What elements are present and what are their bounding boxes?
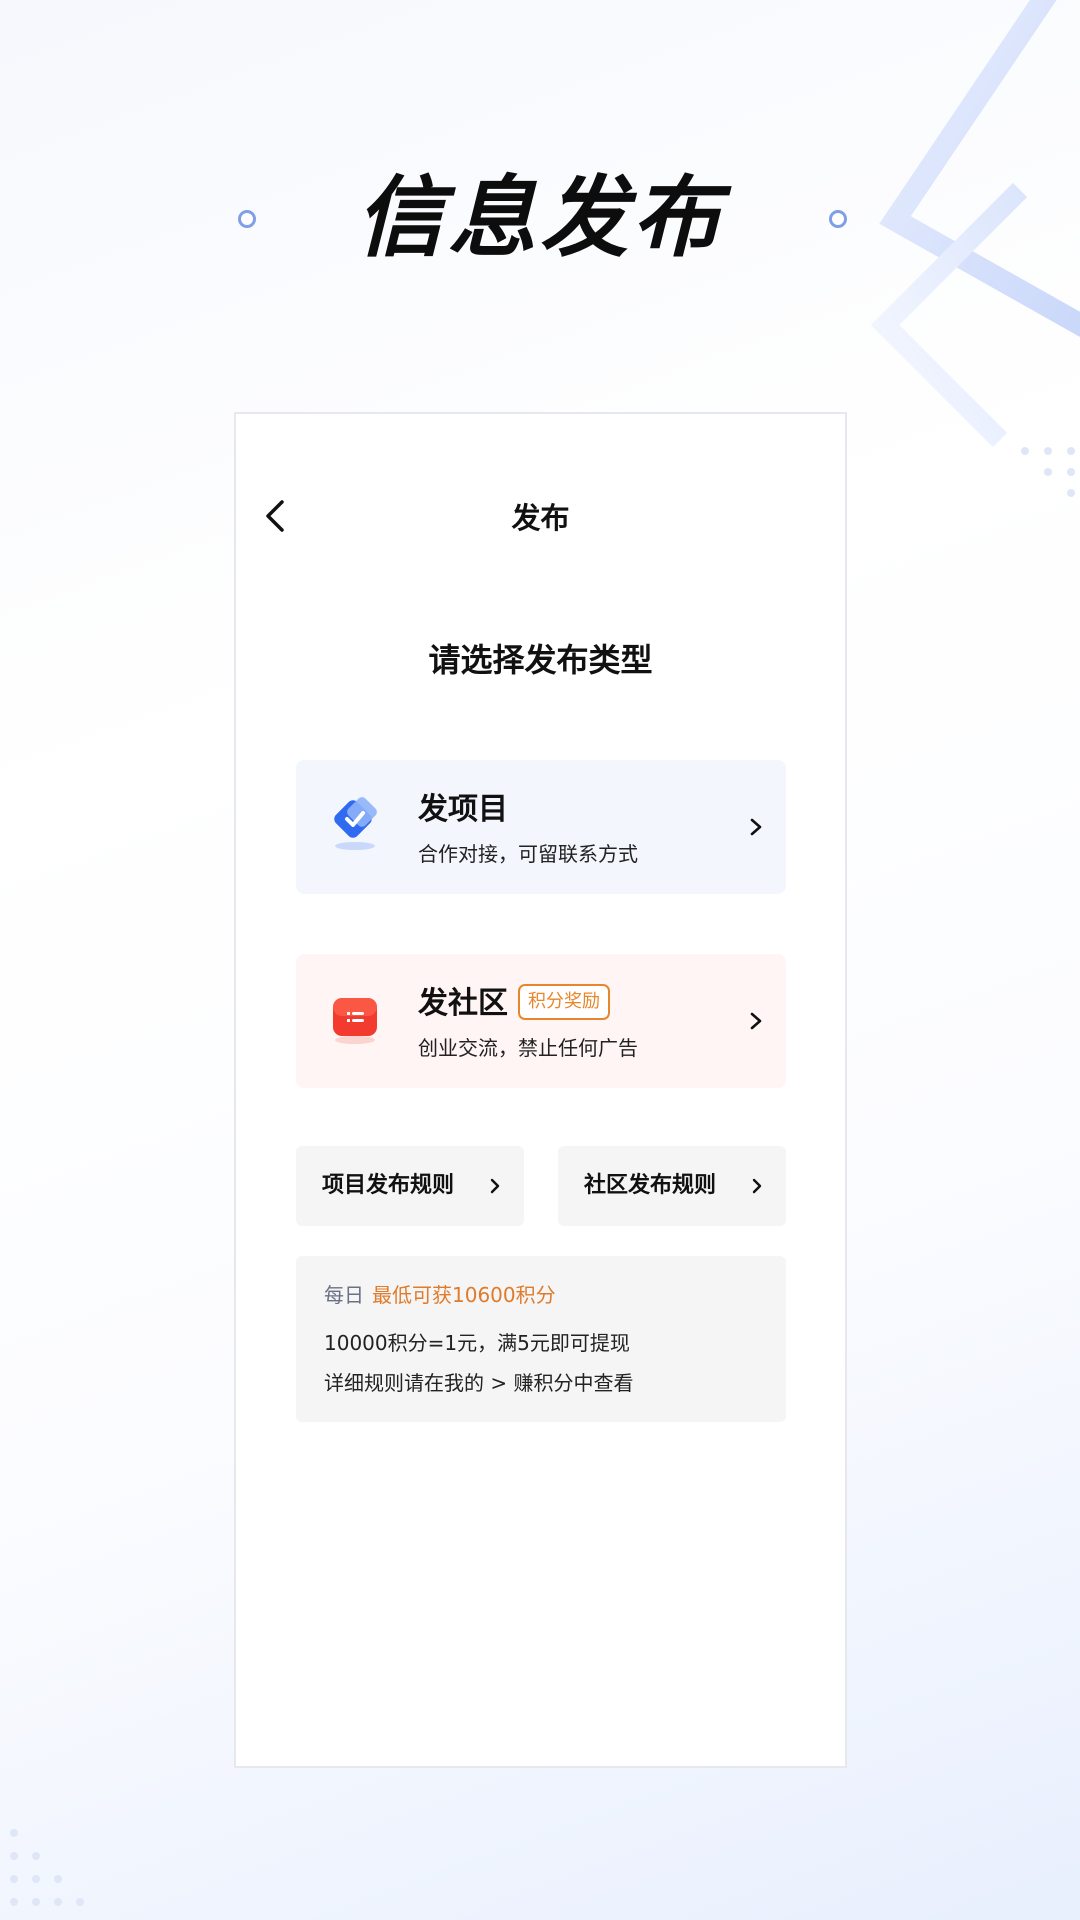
daily-points-line: 每日 最低可获10600积分: [324, 1280, 556, 1310]
project-rules-button[interactable]: 项目发布规则: [296, 1146, 524, 1226]
option-title: 发社区: [418, 986, 508, 1021]
publish-community-option[interactable]: 发社区 积分奖励 创业交流，禁止任何广告: [296, 954, 786, 1088]
publish-project-option[interactable]: 发项目 合作对接，可留联系方式: [296, 760, 786, 894]
points-info-box: 每日 最低可获10600积分 10000积分=1元，满5元即可提现 详细规则请在我…: [296, 1256, 786, 1422]
rule-label: 项目发布规则: [322, 1173, 455, 1198]
community-rules-button[interactable]: 社区发布规则: [558, 1146, 786, 1226]
option-subtitle: 创业交流，禁止任何广告: [418, 1036, 638, 1060]
chevron-right-icon: [750, 1012, 762, 1030]
page-title: 发布: [511, 501, 570, 535]
phone-frame: 发布 请选择发布类型 发项目 合作对接，可留联系方式 发社区 积分奖励 创业交流…: [234, 412, 847, 1768]
chevron-right-icon: [490, 1178, 500, 1194]
chevron-right-icon: [750, 818, 762, 836]
daily-label: 每日: [324, 1283, 364, 1307]
section-title: 请选择发布类型: [428, 641, 653, 679]
option-title: 发项目: [418, 792, 508, 827]
handshake-icon: [334, 797, 377, 850]
chevron-right-icon: [752, 1178, 762, 1194]
chat-bubble-icon: [333, 998, 377, 1044]
points-highlight: 最低可获10600积分: [372, 1283, 556, 1307]
hero-title: 信息发布: [355, 166, 724, 269]
rules-hint-text: 详细规则请在我的 > 赚积分中查看: [324, 1371, 634, 1395]
rule-label: 社区发布规则: [584, 1173, 717, 1198]
points-reward-badge: 积分奖励: [518, 984, 610, 1020]
exchange-rate-text: 10000积分=1元，满5元即可提现: [324, 1331, 630, 1355]
option-subtitle: 合作对接，可留联系方式: [418, 842, 638, 866]
